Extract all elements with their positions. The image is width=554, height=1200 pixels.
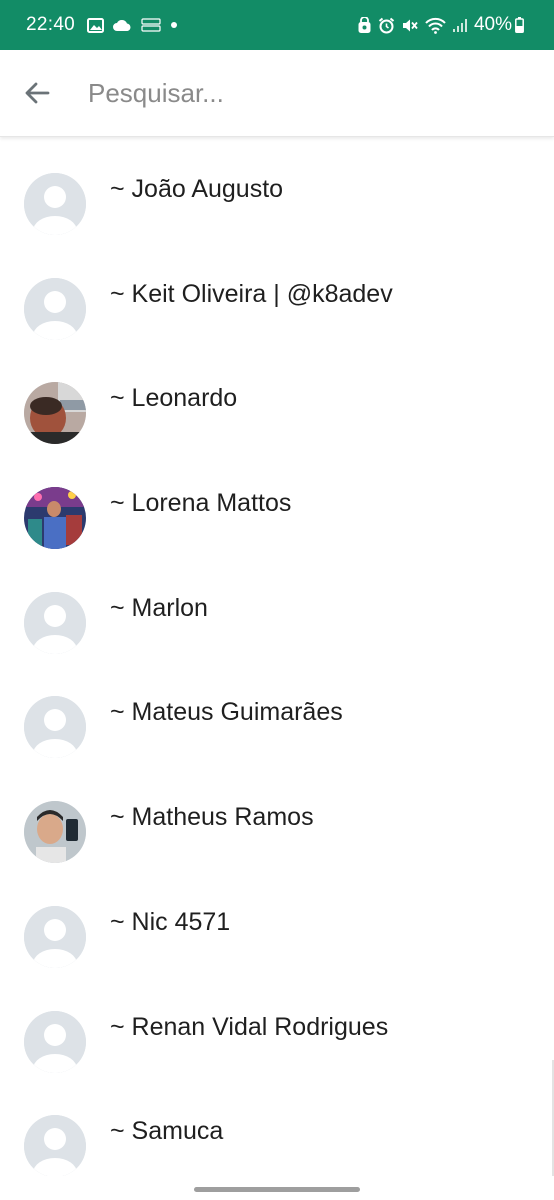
status-bar-right: 40% [357,14,530,36]
signal-icon [452,18,468,33]
contact-list-item[interactable]: ~ Marlon [0,556,554,661]
default-avatar-icon [24,277,86,340]
battery-percent: 40% [473,14,512,35]
alarm-clock-icon [378,17,395,34]
contact-list-item[interactable]: ~ Lorena Mattos [0,451,554,556]
default-avatar-icon [24,905,86,968]
contact-name: ~ Renan Vidal Rodrigues [110,1012,389,1041]
battery-icon [515,17,524,33]
status-time: 22:40 [26,14,76,35]
wifi-icon [425,17,446,34]
photo-story-icon [140,17,162,33]
status-bar: 22:40 40% [0,0,554,50]
contact-name: ~ Mateus Guimarães [110,698,343,727]
default-avatar-icon [24,591,86,654]
alarm-lock-icon [357,16,372,34]
contact-list-item[interactable]: ~ Leonardo [0,346,554,451]
mute-icon [401,17,419,34]
contact-list-item[interactable]: ~ Matheus Ramos [0,765,554,870]
image-icon [87,17,105,33]
contact-name: ~ Lorena Mattos [110,489,292,518]
back-button[interactable] [17,73,57,113]
search-bar [0,50,554,137]
navigation-bar [0,1176,554,1200]
default-avatar-icon [24,173,86,235]
contact-name: ~ João Augusto [110,175,284,203]
avatar-photo [24,801,86,864]
contact-list-item[interactable]: ~ Renan Vidal Rodrigues [0,975,554,1080]
contact-list-item[interactable]: ~ Samuca [0,1079,554,1184]
cloud-icon [112,19,132,32]
default-avatar-icon [24,1115,86,1178]
status-bar-left: 22:40 [26,14,186,36]
contact-name: ~ Matheus Ramos [110,803,314,832]
contact-list: ~ João Augusto ~ Keit Oliveira | @k8adev ~… [0,137,554,1184]
dot-icon [170,21,178,29]
contact-list-item[interactable]: ~ Nic 4571 [0,870,554,975]
arrow-back-icon [25,82,50,104]
default-avatar-icon [24,696,86,759]
home-gesture-handle[interactable] [194,1186,360,1192]
contact-list-item[interactable]: ~ João Augusto [0,137,554,242]
contact-name: ~ Marlon [110,593,208,622]
contact-name: ~ Leonardo [110,384,238,413]
search-input[interactable] [86,76,490,110]
avatar-photo [24,382,86,445]
contact-list-item[interactable]: ~ Mateus Guimarães [0,660,554,765]
contact-list-item[interactable]: ~ Keit Oliveira | @k8adev [0,242,554,347]
contact-name: ~ Keit Oliveira | @k8adev [110,279,393,308]
avatar-photo [24,487,86,550]
contact-name: ~ Samuca [110,1117,224,1146]
contact-name: ~ Nic 4571 [110,907,231,936]
default-avatar-icon [24,1010,86,1073]
